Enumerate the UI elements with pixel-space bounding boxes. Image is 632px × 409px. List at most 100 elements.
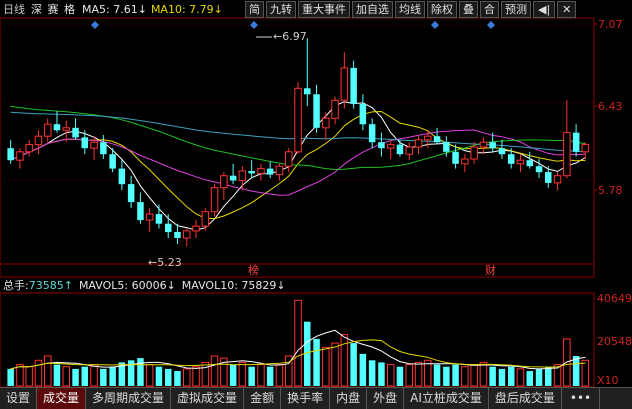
simple-button[interactable]: 简 [245,1,264,18]
candle-body [313,94,320,128]
volume-bar [145,364,154,387]
volume-bar [275,364,284,387]
chart-toolbar: 简 九转 重大事件 加自选 均线 除权 叠 合 预测 ◀| ✕ [245,1,578,18]
tab-4[interactable]: 金额 [244,388,282,409]
candle-body [7,148,14,161]
candle-body [572,132,580,152]
candle-body [238,170,247,182]
volume-bar [294,299,302,387]
vol-y-label-mid: 20548 [597,335,632,348]
candle-body [25,144,33,153]
tab-8[interactable]: AI立桩成交量 [404,388,489,409]
candle-body [470,146,478,160]
candle-body [535,166,543,173]
period-label[interactable]: 日线 [3,1,25,17]
candle-body [145,213,154,221]
moving-average-button[interactable]: 均线 [395,1,425,18]
volume-bar [405,364,413,387]
candle-body [220,175,228,189]
marker-cai[interactable]: 财 [485,263,496,277]
tab-6[interactable]: 内盘 [330,388,368,409]
candle-body [424,135,432,141]
volume-bar [396,366,404,386]
candle-body [81,137,88,149]
kline-svg[interactable]: 7.07 6.43 5.78 ←6.97 ←5.23 榜 财 40649 205… [0,0,632,388]
mavol5-label: MAVOL5: 60006↓ [78,278,176,292]
volume-value: 73585 [28,278,64,292]
event-diamond-icon[interactable] [250,21,258,29]
candle-body [183,230,191,239]
candle-body [508,154,515,164]
candle-body [192,225,200,232]
tab-9[interactable]: 盘后成交量 [489,388,562,409]
event-markers[interactable] [91,21,495,29]
volume-bar [90,364,98,387]
volume-bar [350,343,357,386]
ex-rights-button[interactable]: 除权 [427,1,457,18]
overlay-button[interactable]: 叠 [459,1,478,18]
volume-bar [266,366,274,386]
ma10-label: MA10: 7.79↓ [150,2,223,16]
major-events-button[interactable]: 重大事件 [298,1,350,18]
volume-bar [53,364,61,386]
candle-body [16,151,24,161]
volume-bar [257,364,265,387]
candle-body [257,168,265,174]
predict-button[interactable]: 预测 [501,1,531,18]
candle-body [414,139,423,148]
event-diamond-icon[interactable] [91,21,99,29]
y-label-top: 7.07 [598,18,623,31]
volume-bar [489,366,496,386]
indicator-tabs: 设置 成交量 多周期成交量 虚拟成交量 金额 换手率 内盘 外盘 AI立桩成交量 盘后成交量 ••• [0,387,632,409]
volume-bar [16,364,24,387]
candle-body [526,160,533,167]
candle-body [461,158,469,165]
marker-bang[interactable]: 榜 [248,263,259,277]
volume-bar [44,355,52,387]
event-diamond-icon[interactable] [431,21,439,29]
tab-0[interactable]: 设置 [0,388,38,409]
candle-body [248,171,255,174]
candle-body [479,141,488,148]
volume-bar [470,364,478,387]
candle-body [452,151,459,164]
arrow-down-icon: ↓ [276,278,286,292]
volume-bar [248,366,255,386]
volume-bar [461,366,469,387]
candle-body [331,99,339,119]
candle-body [304,88,311,95]
candle-body [229,175,237,181]
volume-bar [62,366,70,387]
volume-bars [7,299,590,387]
candle-body [109,154,116,169]
candle-body [396,144,404,155]
close-icon[interactable]: ✕ [557,1,577,18]
ma5-label: MA5: 7.61↓ [82,2,147,16]
volume-bar [72,368,79,386]
low-label: ←5.23 [148,256,182,269]
arrow-down-icon: ↓ [137,2,147,16]
volume-bar [479,361,488,387]
volume-bar [526,371,533,386]
kline-chart-area[interactable]: 7.07 6.43 5.78 ←6.97 ←5.23 榜 财 40649 205… [0,0,632,388]
volume-bar [155,366,163,386]
tab-3[interactable]: 虚拟成交量 [171,388,245,409]
candle-body [201,211,210,227]
tab-2[interactable]: 多周期成交量 [86,388,172,409]
merge-button[interactable]: 合 [480,1,499,18]
volume-bar [572,356,580,386]
add-watchlist-button[interactable]: 加自选 [352,1,393,18]
candle-body [210,187,219,213]
candle-body [322,117,330,129]
jiuzhuan-button[interactable]: 九转 [266,1,296,18]
volume-bar [414,361,423,387]
volume-bar [201,361,210,387]
volume-bar [340,334,349,387]
tab-1[interactable]: 成交量 [37,388,87,409]
tab-10[interactable]: ••• [562,388,601,409]
mavol10-label: MAVOL10: 75829↓ [181,278,286,292]
back-icon[interactable]: ◀| [533,1,556,18]
tab-5[interactable]: 换手率 [281,388,331,409]
tab-7[interactable]: 外盘 [367,388,405,409]
event-diamond-icon[interactable] [487,21,495,29]
